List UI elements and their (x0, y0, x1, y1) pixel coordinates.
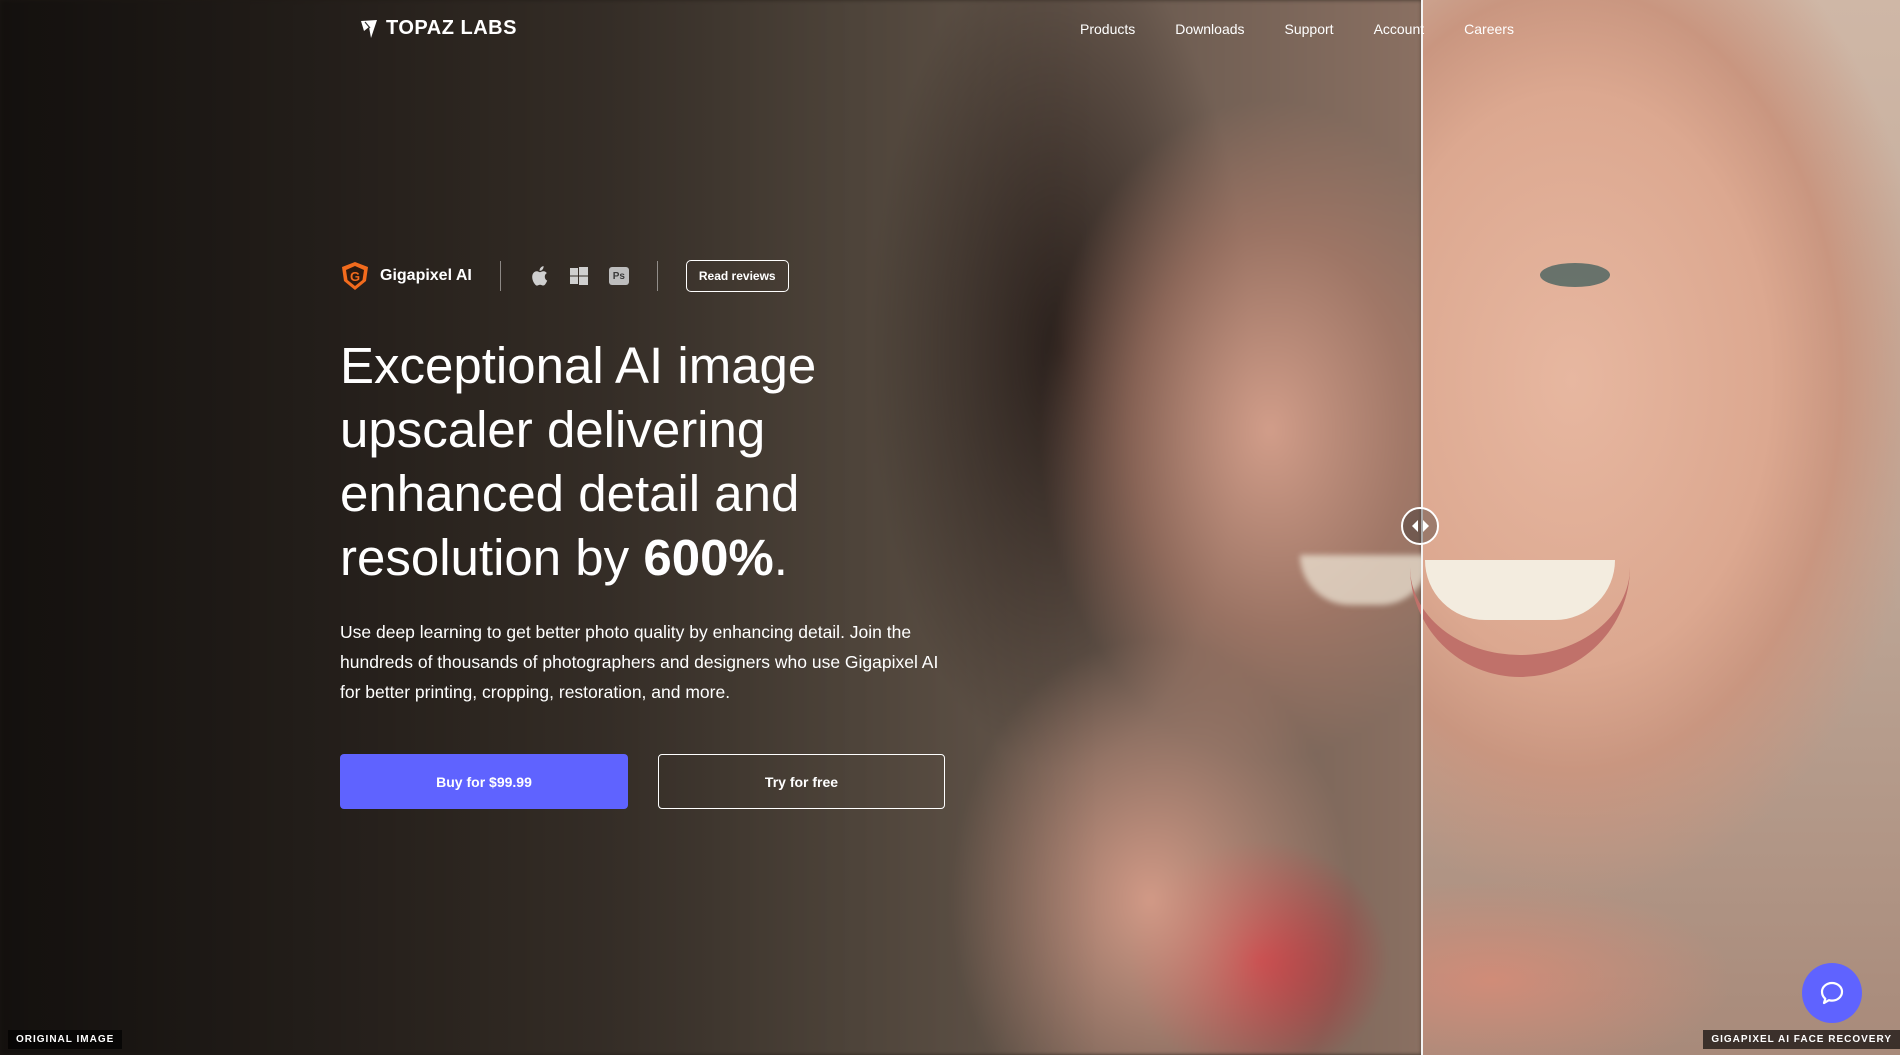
original-image-label: ORIGINAL IMAGE (8, 1030, 123, 1049)
divider (656, 261, 658, 291)
windows-icon (569, 266, 589, 286)
chat-bubble-icon (1820, 981, 1844, 1005)
nav-careers[interactable]: Careers (1464, 21, 1514, 37)
divider (499, 261, 501, 291)
hero-subcopy: Use deep learning to get better photo qu… (340, 622, 939, 702)
nav-products[interactable]: Products (1080, 21, 1135, 37)
photoshop-icon: Ps (608, 266, 629, 286)
product-info-row: G Gigapixel AI Ps Read reviews (340, 258, 789, 294)
chat-button[interactable] (1802, 963, 1862, 1023)
try-free-button[interactable]: Try for free (658, 754, 945, 809)
drag-handle-icon[interactable] (1401, 507, 1439, 545)
topaz-logo-icon (361, 19, 377, 38)
gigapixel-badge-icon: G (342, 262, 368, 290)
buy-button[interactable]: Buy for $99.99 (340, 754, 628, 809)
nav-account[interactable]: Account (1374, 21, 1425, 37)
headline-emphasis: 600% (643, 529, 774, 586)
enhanced-eye (1540, 263, 1610, 287)
platform-icons: Ps (529, 266, 629, 286)
product-name: Gigapixel AI (380, 267, 472, 284)
hero-headline: Exceptional AI image upscaler delivering… (340, 337, 817, 586)
apple-icon (529, 266, 549, 286)
main-nav: Products Downloads Support Account Caree… (1080, 21, 1514, 37)
nav-downloads[interactable]: Downloads (1175, 21, 1244, 37)
read-reviews-button[interactable]: Read reviews (685, 260, 789, 292)
enhanced-teeth (1425, 560, 1615, 620)
svg-text:G: G (350, 269, 360, 284)
enhanced-image-half (1422, 0, 1900, 1055)
topaz-labs-logo[interactable]: TOPAZ LABS (360, 17, 517, 40)
brand-name: TOPAZ LABS (386, 17, 517, 39)
face-recovery-label: GIGAPIXEL AI FACE RECOVERY (1703, 1030, 1900, 1049)
nav-support[interactable]: Support (1285, 21, 1334, 37)
